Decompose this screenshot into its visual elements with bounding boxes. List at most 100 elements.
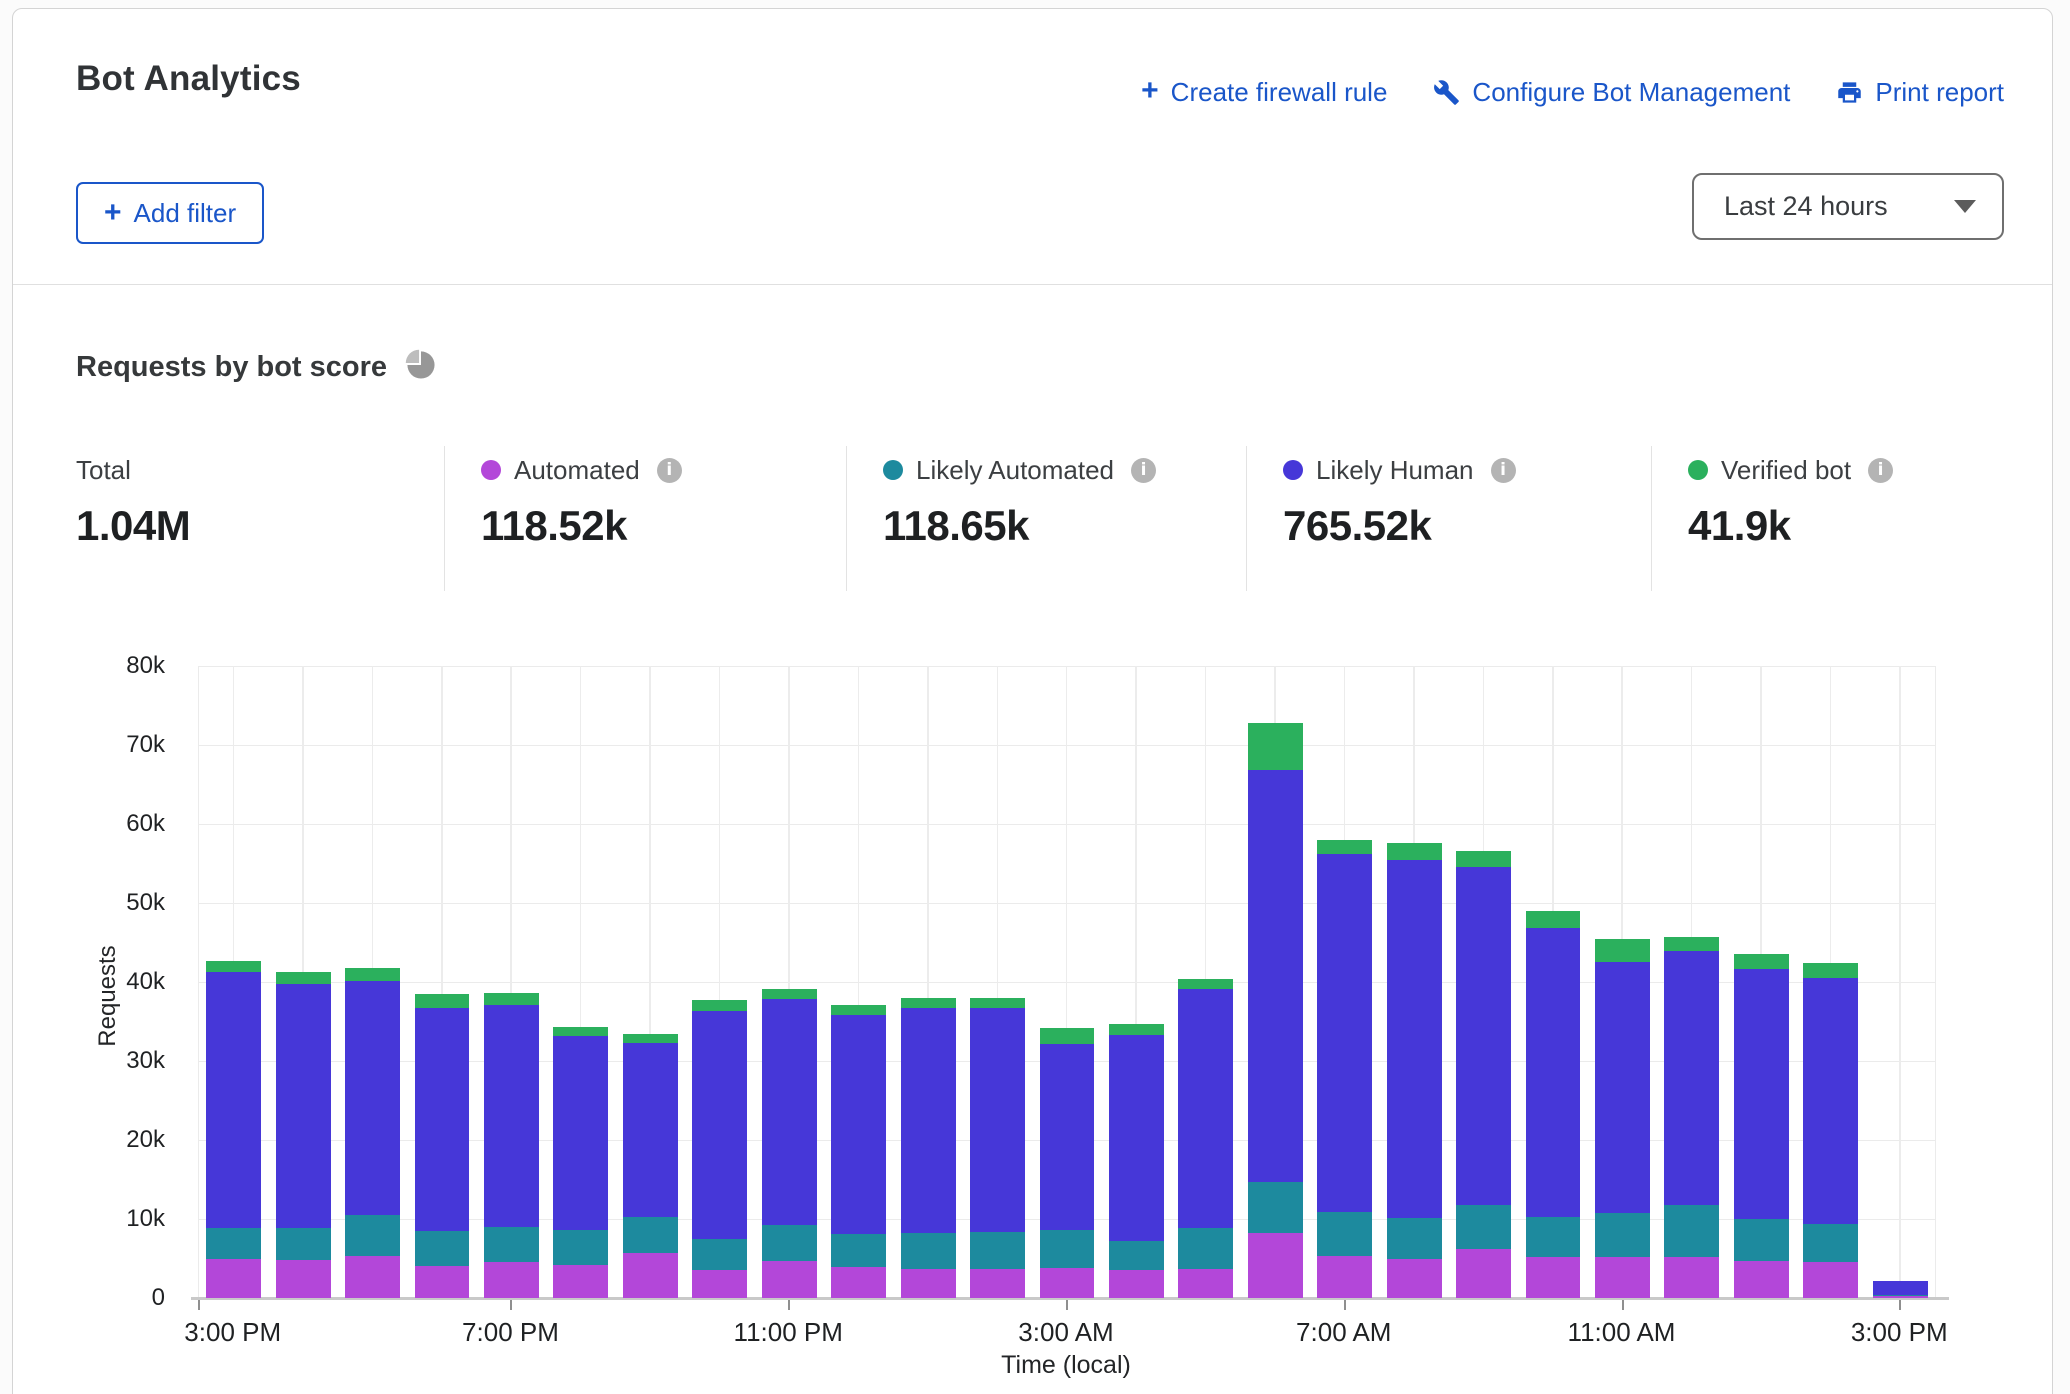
- bar-4-00-pm[interactable]: [276, 972, 331, 1298]
- header-action-print-report[interactable]: Print report: [1836, 77, 2004, 108]
- header-action-label: Configure Bot Management: [1472, 77, 1790, 108]
- header-action-label: Print report: [1875, 77, 2004, 108]
- bar-12-00-am[interactable]: [831, 1005, 886, 1298]
- bar-3-00-am[interactable]: [1040, 1028, 1095, 1298]
- segment-automated: [484, 1262, 539, 1298]
- segment-likely-human: [692, 1011, 747, 1239]
- segment-likely-human: [345, 981, 400, 1215]
- header-action-create-firewall-rule[interactable]: +Create firewall rule: [1141, 77, 1387, 108]
- bar-slot-15: [1241, 666, 1310, 1298]
- segment-likely-human: [206, 972, 261, 1228]
- segment-likely-human: [1664, 951, 1719, 1205]
- segment-automated: [970, 1269, 1025, 1298]
- segment-automated: [1456, 1249, 1511, 1298]
- info-icon[interactable]: i: [1491, 458, 1516, 483]
- segment-likely-automated: [901, 1233, 956, 1269]
- y-tick-80k: 80k: [55, 652, 165, 680]
- info-icon[interactable]: i: [1868, 458, 1893, 483]
- bar-8-00-am[interactable]: [1387, 843, 1442, 1298]
- bar-9-00-am[interactable]: [1456, 851, 1511, 1298]
- legend-dot: [481, 460, 501, 480]
- segment-likely-human: [1526, 928, 1581, 1217]
- bar-11-00-am[interactable]: [1595, 939, 1650, 1298]
- chevron-down-icon: [1954, 200, 1976, 213]
- x-tick-label-11-00-pm: 11:00 PM: [734, 1317, 843, 1348]
- segment-likely-human: [1178, 989, 1233, 1228]
- bar-2-00-am[interactable]: [970, 998, 1025, 1298]
- bar-slot-10: [893, 666, 962, 1298]
- x-tick-label-3-00-am: 3:00 AM: [1018, 1317, 1113, 1348]
- segment-likely-automated: [692, 1239, 747, 1270]
- segment-verified-bot: [276, 972, 331, 985]
- info-icon[interactable]: i: [657, 458, 682, 483]
- bar-2-00-pm[interactable]: [1803, 963, 1858, 1298]
- bar-6-00-am[interactable]: [1248, 723, 1303, 1298]
- segment-verified-bot: [692, 1000, 747, 1011]
- stat-value: 41.9k: [1688, 502, 2043, 550]
- bar-5-00-pm[interactable]: [345, 968, 400, 1298]
- bar-8-00-pm[interactable]: [553, 1027, 608, 1298]
- y-tick-60k: 60k: [55, 810, 165, 838]
- segment-likely-human: [553, 1036, 608, 1230]
- segment-likely-automated: [553, 1230, 608, 1265]
- x-tick-mark: [510, 1300, 512, 1310]
- segment-likely-human: [762, 999, 817, 1225]
- info-icon[interactable]: i: [1131, 458, 1156, 483]
- segment-likely-human: [1595, 962, 1650, 1212]
- segment-automated: [692, 1270, 747, 1298]
- bar-7-00-pm[interactable]: [484, 993, 539, 1298]
- segment-likely-automated: [623, 1217, 678, 1253]
- bar-slot-7: [685, 666, 754, 1298]
- add-filter-button[interactable]: + Add filter: [76, 182, 264, 244]
- bar-4-00-am[interactable]: [1109, 1024, 1164, 1298]
- y-tick-10k: 10k: [55, 1205, 165, 1233]
- segment-likely-human: [1040, 1044, 1095, 1230]
- bar-slot-16: [1310, 666, 1379, 1298]
- bar-3-00-pm[interactable]: [206, 961, 261, 1298]
- segment-verified-bot: [1040, 1028, 1095, 1044]
- y-tick-0: 0: [55, 1284, 165, 1312]
- y-tick-50k: 50k: [55, 889, 165, 917]
- segment-likely-automated: [415, 1231, 470, 1266]
- stat-likely-automated: Likely Automatedi118.65k: [846, 446, 1246, 591]
- segment-automated: [1595, 1257, 1650, 1298]
- bar-10-00-pm[interactable]: [692, 1000, 747, 1298]
- bar-5-00-am[interactable]: [1178, 979, 1233, 1298]
- x-tick-label-3-00-pm: 3:00 PM: [184, 1317, 281, 1348]
- segment-verified-bot: [553, 1027, 608, 1036]
- segment-verified-bot: [415, 994, 470, 1008]
- segment-automated: [1317, 1256, 1372, 1298]
- bar-1-00-pm[interactable]: [1734, 954, 1789, 1298]
- bar-7-00-am[interactable]: [1317, 840, 1372, 1298]
- y-tick-40k: 40k: [55, 968, 165, 996]
- bar-slot-4: [477, 666, 546, 1298]
- segment-verified-bot: [623, 1034, 678, 1043]
- bar-slot-18: [1449, 666, 1518, 1298]
- segment-likely-human: [1734, 969, 1789, 1219]
- bar-12-00-pm[interactable]: [1664, 937, 1719, 1298]
- segment-verified-bot: [1734, 954, 1789, 969]
- segment-likely-automated: [1040, 1230, 1095, 1268]
- bar-10-00-am[interactable]: [1526, 911, 1581, 1298]
- segment-likely-human: [1317, 854, 1372, 1212]
- section-heading-text: Requests by bot score: [76, 351, 387, 384]
- bar-9-00-pm[interactable]: [623, 1034, 678, 1298]
- bar-1-00-am[interactable]: [901, 998, 956, 1298]
- segment-likely-human: [831, 1015, 886, 1234]
- header-actions: +Create firewall rule Configure Bot Manag…: [1141, 77, 2004, 108]
- printer-icon: [1836, 79, 1863, 106]
- bar-3-00-pm[interactable]: [1873, 1281, 1928, 1298]
- wrench-icon: [1433, 79, 1460, 106]
- segment-likely-automated: [1317, 1212, 1372, 1256]
- segment-automated: [1873, 1296, 1928, 1298]
- header-action-configure-bot-management[interactable]: Configure Bot Management: [1433, 77, 1790, 108]
- y-axis-title: Requests: [94, 941, 122, 1051]
- bar-6-00-pm[interactable]: [415, 994, 470, 1298]
- time-range-select[interactable]: Last 24 hours: [1692, 173, 2004, 240]
- segment-automated: [1664, 1257, 1719, 1298]
- segment-likely-human: [1387, 860, 1442, 1218]
- bot-analytics-page: Bot Analytics +Create firewall ruleConfi…: [0, 0, 2070, 1394]
- segment-likely-human: [970, 1008, 1025, 1232]
- bar-11-00-pm[interactable]: [762, 989, 817, 1298]
- bar-slot-11: [963, 666, 1032, 1298]
